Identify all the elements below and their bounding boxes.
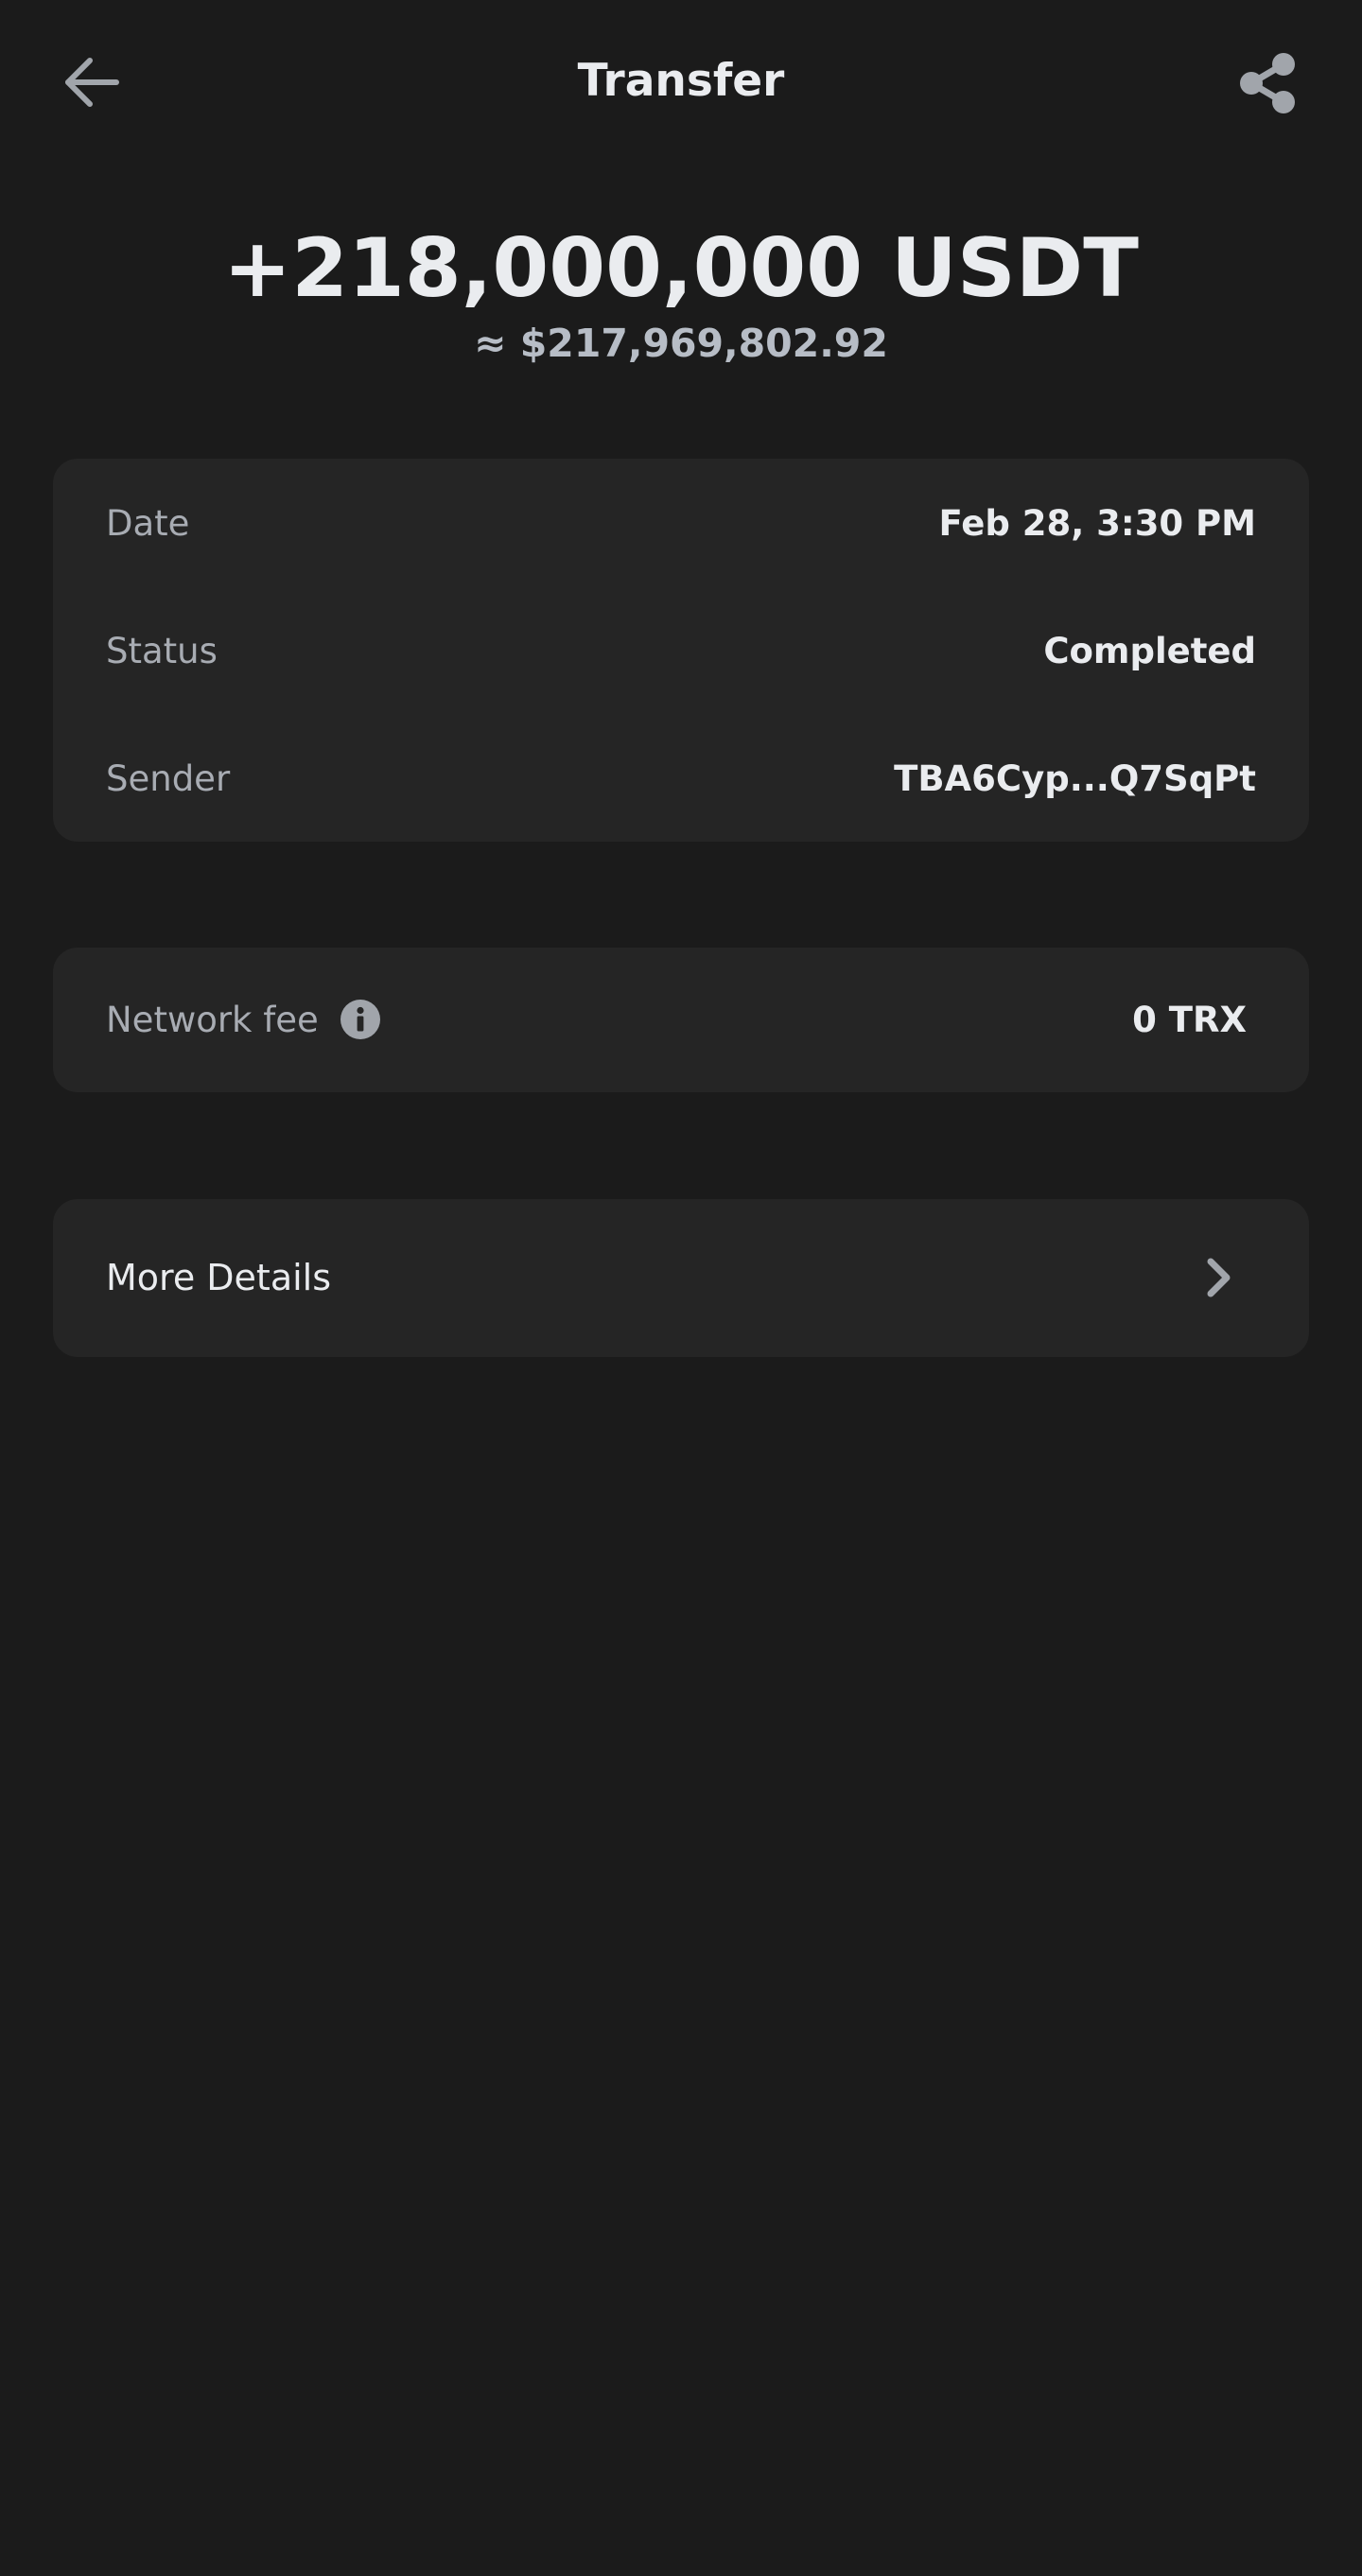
more-details-label: More Details	[106, 1257, 332, 1298]
amount-summary: +218,000,000 USDT ≈ $217,969,802.92	[0, 219, 1362, 367]
fee-label-group: Network fee	[106, 999, 381, 1040]
page-title: Transfer	[577, 55, 785, 107]
info-icon[interactable]	[340, 999, 381, 1040]
transfer-amount: +218,000,000 USDT	[223, 221, 1139, 316]
chevron-right-icon	[1197, 1257, 1239, 1298]
share-icon	[1240, 53, 1295, 113]
more-details-row: More Details	[106, 1249, 1248, 1306]
date-label: Date	[106, 502, 190, 544]
status-label: Status	[106, 630, 218, 671]
network-fee-card: Network fee 0 TRX	[53, 948, 1309, 1092]
details-card: Date Feb 28, 3:30 PM Status Completed Se…	[53, 459, 1309, 842]
network-fee-value: 0 TRX	[1132, 999, 1247, 1040]
more-details-button[interactable]: More Details	[53, 1199, 1309, 1357]
status-value: Completed	[1043, 630, 1256, 671]
info-icon-glyph	[340, 1000, 380, 1039]
network-fee-label: Network fee	[106, 999, 319, 1040]
date-value: Feb 28, 3:30 PM	[938, 502, 1256, 544]
sender-label: Sender	[106, 757, 231, 799]
fiat-value: ≈ $217,969,802.92	[474, 321, 888, 366]
sender-address[interactable]: TBA6Cyp...Q7SqPt	[894, 758, 1256, 799]
app-header: Transfer	[0, 0, 1362, 163]
detail-row-status: Status Completed	[106, 622, 1256, 679]
detail-row-date: Date Feb 28, 3:30 PM	[106, 495, 1256, 551]
detail-row-sender: Sender TBA6Cyp...Q7SqPt	[106, 750, 1256, 807]
fee-row: Network fee 0 TRX	[106, 991, 1247, 1048]
share-button[interactable]	[1231, 47, 1303, 119]
